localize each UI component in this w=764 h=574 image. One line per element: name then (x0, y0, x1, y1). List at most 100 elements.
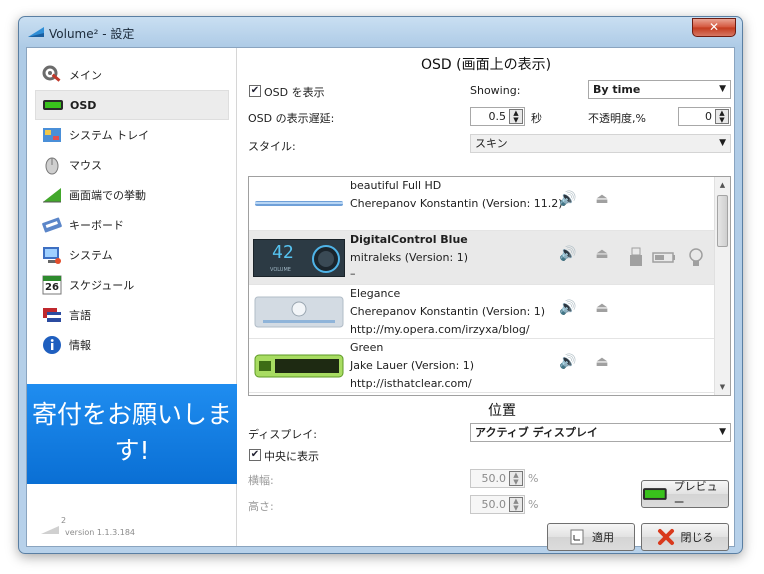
sidebar-item-keyboard[interactable]: キーボード (35, 210, 229, 240)
settings-window: Volume² - 設定 ✕ メイン OSD システム トレイ マウス 画面端で… (18, 16, 743, 554)
scroll-up-icon[interactable]: ▲ (715, 177, 730, 193)
delay-label: OSD の表示遅延: (248, 112, 335, 125)
osd-settings-panel: OSD (画面上の表示) ✔ OSD を表示 Showing: By time … (238, 48, 734, 551)
calendar-icon: 26 (41, 274, 63, 296)
eject-icon: ⏏ (595, 191, 609, 207)
preview-label: プレビュー (673, 480, 718, 509)
preview-button[interactable]: プレビュー (641, 480, 729, 509)
sidebar-nav: メイン OSD システム トレイ マウス 画面端での挙動 キーボード システム … (27, 60, 237, 360)
list-item[interactable]: 42 VOLUME DigitalControl Blue mitraleks … (249, 231, 715, 285)
sidebar-item-main[interactable]: メイン (35, 60, 229, 90)
system-icon (43, 247, 61, 264)
volume-icon: 🔊 (559, 191, 577, 207)
opacity-value: 0 (705, 110, 712, 123)
sidebar-item-label: マウス (69, 159, 102, 172)
style-value: スキン (475, 137, 508, 150)
skin-list-scrollbar[interactable]: ▲ ▼ (714, 177, 730, 395)
delay-unit: 秒 (531, 112, 542, 125)
sidebar-item-label: スケジュール (69, 279, 135, 292)
sidebar-item-tray[interactable]: システム トレイ (35, 120, 229, 150)
sidebar-item-screen-edge[interactable]: 画面端での挙動 (35, 180, 229, 210)
sidebar-item-schedule[interactable]: 26 スケジュール (35, 270, 229, 300)
osd-bar-icon (43, 100, 63, 110)
scroll-down-icon[interactable]: ▼ (715, 379, 730, 395)
skin-name: Elegance (350, 287, 401, 300)
mouse-icon (45, 157, 59, 175)
screen-edge-icon (43, 188, 61, 203)
center-label: 中央に表示 (264, 450, 319, 463)
version-label: version 1.1.3.184 (65, 528, 136, 537)
info-icon (43, 336, 61, 354)
horizontal-percent: % (528, 472, 539, 485)
skin-extra: http://isthatclear.com/ (350, 377, 472, 390)
sidebar-item-label: 情報 (69, 339, 91, 352)
show-osd-checkbox[interactable]: ✔ (249, 85, 261, 97)
sidebar-item-label: 言語 (69, 309, 91, 322)
style-label: スタイル: (248, 140, 296, 153)
spin-arrows-icon[interactable]: ▲ ▼ (509, 109, 523, 124)
spin-arrows-icon[interactable]: ▲ ▼ (715, 109, 729, 124)
skin-author: mitraleks (Version: 1) (350, 251, 469, 264)
center-checkbox[interactable]: ✔ (249, 449, 261, 461)
opacity-label: 不透明度,% (588, 112, 646, 125)
sidebar-item-label: 画面端での挙動 (69, 189, 146, 202)
scroll-thumb[interactable] (717, 195, 728, 247)
showing-dropdown[interactable]: By time ▼ (588, 80, 731, 99)
delay-stepper[interactable]: 0.5 ▲ ▼ (470, 107, 525, 126)
client-area: メイン OSD システム トレイ マウス 画面端での挙動 キーボード システム … (26, 47, 735, 551)
volume-icon: 🔊 (559, 354, 577, 370)
volume-icon: 🔊 (559, 300, 577, 316)
bulb-icon (689, 248, 703, 266)
display-label: ディスプレイ: (248, 428, 317, 441)
donate-banner[interactable]: 寄付をお願いします! (27, 384, 237, 484)
osd-heading: OSD (画面上の表示) (420, 57, 552, 73)
skin-thumbnail-beautiful (255, 201, 343, 206)
skin-extra: http://my.opera.com/irzyxa/blog/ (350, 323, 530, 336)
close-button[interactable]: 閉じる (641, 523, 729, 551)
apply-button[interactable]: 適用 (547, 523, 635, 551)
vertical-percent: % (528, 498, 539, 511)
showing-label: Showing: (470, 84, 521, 97)
showing-value: By time (593, 83, 641, 96)
vertical-stepper[interactable]: 50.0 ▲ ▼ (470, 495, 525, 514)
skin-name: Green (350, 341, 384, 354)
sidebar-item-label: メイン (69, 69, 102, 82)
sidebar-item-mouse[interactable]: マウス (35, 150, 229, 180)
list-item[interactable]: beautiful Full HD Cherepanov Konstantin … (249, 177, 715, 231)
vertical-value: 50.0 (481, 498, 507, 511)
delay-value: 0.5 (488, 110, 507, 123)
spin-arrows-icon[interactable]: ▲ ▼ (509, 497, 523, 512)
eject-icon: ⏏ (595, 300, 609, 316)
dial-icon (312, 245, 340, 273)
list-item[interactable]: Elegance Cherepanov Konstantin (Version:… (249, 285, 715, 339)
list-item[interactable]: Green Jake Lauer (Version: 1) http://ist… (249, 339, 715, 393)
apply-label: 適用 (592, 531, 614, 544)
skin-author: Cherepanov Konstantin (Version: 1) (350, 305, 546, 318)
close-icon (657, 529, 674, 545)
keyboard-icon (42, 217, 62, 233)
skin-name: beautiful Full HD (350, 179, 442, 192)
display-dropdown[interactable]: アクティブ ディスプレイ ▼ (470, 423, 731, 442)
close-label: 閉じる (680, 531, 714, 544)
sidebar-item-label: システム (69, 249, 113, 262)
window-close-button[interactable]: ✕ (692, 18, 736, 37)
settings-tools-icon (42, 65, 61, 82)
battery-icon (652, 252, 675, 263)
spin-arrows-icon[interactable]: ▲ ▼ (509, 471, 523, 486)
skin-extra: – (350, 267, 356, 280)
logo-superscript: 2 (61, 516, 67, 525)
opacity-stepper[interactable]: 0 ▲ ▼ (678, 107, 731, 126)
chevron-down-icon: ▼ (719, 84, 726, 94)
osd-bar-icon (642, 488, 667, 500)
sidebar-item-language[interactable]: 言語 (35, 300, 229, 330)
horizontal-stepper[interactable]: 50.0 ▲ ▼ (470, 469, 525, 488)
style-dropdown[interactable]: スキン ▼ (470, 134, 731, 153)
skin-author: Cherepanov Konstantin (Version: 11.2) (350, 197, 563, 210)
sidebar-item-osd[interactable]: OSD (35, 90, 229, 120)
sidebar-item-system[interactable]: システム (35, 240, 229, 270)
window-title: Volume² - 設定 (49, 27, 135, 41)
skin-author: Jake Lauer (Version: 1) (350, 359, 475, 372)
sidebar-item-info[interactable]: 情報 (35, 330, 229, 360)
tray-icon (43, 128, 61, 142)
skin-list[interactable]: beautiful Full HD Cherepanov Konstantin … (248, 176, 731, 396)
